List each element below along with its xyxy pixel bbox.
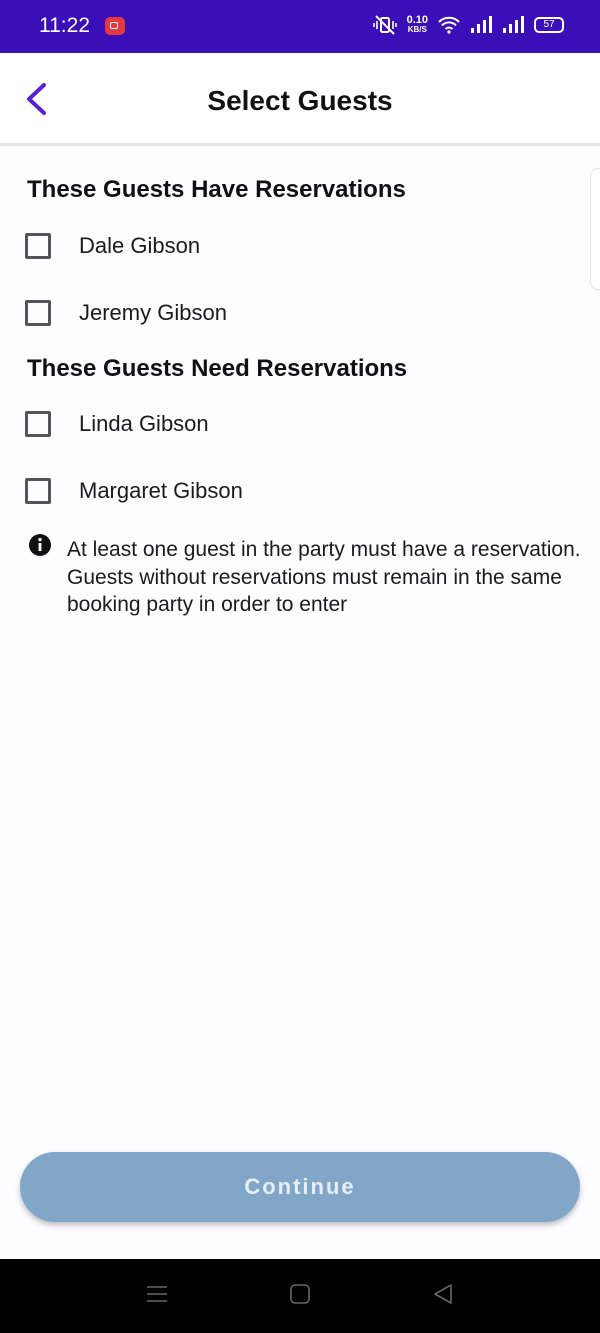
screen-record-icon [105, 17, 125, 35]
scrollbar[interactable] [590, 168, 600, 290]
guest-checkbox[interactable] [25, 300, 51, 326]
system-nav-bar [0, 1259, 600, 1333]
guest-name: Jeremy Gibson [79, 300, 227, 325]
menu-icon[interactable] [146, 1283, 168, 1305]
vibrate-off-icon [372, 15, 397, 35]
signal-icon-2 [503, 16, 524, 33]
guest-checkbox[interactable] [25, 233, 51, 259]
page-title: Select Guests [207, 85, 393, 116]
status-time: 11:22 [39, 14, 90, 37]
continue-button[interactable]: Continue [20, 1152, 580, 1222]
guest-name: Margaret Gibson [79, 478, 243, 503]
back-triangle-icon[interactable] [432, 1283, 454, 1305]
guest-row-linda-gibson[interactable]: Linda Gibson [25, 411, 209, 437]
status-icons: 0.10 KB/S 57 [372, 14, 564, 36]
home-icon[interactable] [289, 1283, 311, 1305]
guest-name: Dale Gibson [79, 233, 201, 258]
wifi-icon [438, 16, 460, 34]
status-bar: 11:22 0.10 KB/S 57 [0, 0, 600, 53]
guest-checkbox[interactable] [25, 411, 51, 437]
guest-row-margaret-gibson[interactable]: Margaret Gibson [25, 478, 243, 504]
app-bar: Select Guests [0, 53, 600, 146]
info-icon [29, 534, 51, 556]
section-heading-need-reservations: These Guests Need Reservations [27, 355, 408, 382]
battery-icon: 57 [534, 17, 564, 33]
section-heading-have-reservations: These Guests Have Reservations [27, 176, 406, 203]
signal-icon [471, 16, 492, 33]
guest-name: Linda Gibson [79, 411, 209, 436]
guest-checkbox[interactable] [25, 478, 51, 504]
network-speed-value: 0.10 [406, 14, 428, 26]
guest-row-dale-gibson[interactable]: Dale Gibson [25, 233, 200, 259]
network-speed: 0.10 KB/S [407, 15, 428, 35]
reservation-info-text: At least one guest in the party must hav… [67, 538, 581, 616]
network-speed-unit: KB/S [407, 25, 427, 34]
guest-row-jeremy-gibson[interactable]: Jeremy Gibson [25, 300, 227, 326]
